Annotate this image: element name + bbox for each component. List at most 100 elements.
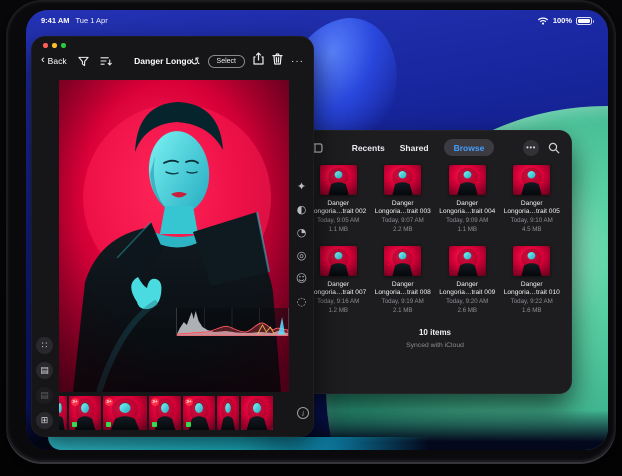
item-count: 10 items: [298, 328, 572, 337]
window-controls[interactable]: [43, 43, 66, 48]
file-date: Today, 9:16 AM: [317, 298, 359, 306]
chevron-left-icon: ‹: [41, 55, 45, 65]
presets-icon[interactable]: ✦: [295, 180, 309, 194]
file-item[interactable]: Danger Longoria…trait 005 Today, 9:10 AM…: [500, 165, 565, 234]
filter-icon[interactable]: [78, 56, 89, 67]
grain-icon[interactable]: ◌: [295, 295, 309, 309]
adjust-icon[interactable]: ◔: [295, 226, 309, 240]
retouch-icon[interactable]: ☺: [295, 272, 309, 286]
ipad-screen: 9:41 AM Tue 1 Apr 100%: [26, 10, 608, 450]
document-title: Danger Longo…: [134, 56, 200, 66]
filmstrip-thumbnail[interactable]: 3+: [69, 396, 101, 430]
files-header: Recents Shared Browse •••: [298, 130, 572, 161]
edited-indicator: [152, 422, 157, 427]
brand-cyan-bar: [48, 437, 524, 450]
file-item[interactable]: Danger Longoria…trait 007 Today, 9:16 AM…: [306, 246, 371, 315]
watermark-icon[interactable]: ▤: [36, 387, 53, 404]
share-icon[interactable]: [253, 52, 264, 70]
photo-canvas[interactable]: [59, 80, 289, 392]
file-name: Danger Longoria…trait 010: [504, 281, 560, 297]
filters-icon[interactable]: ◐: [295, 203, 309, 217]
file-thumbnail: [320, 246, 357, 276]
zoom-window-icon[interactable]: [61, 43, 66, 48]
file-size: 2.2 MB: [393, 226, 413, 234]
wifi-icon: [537, 16, 549, 25]
editor-toolbar: ‹ Back Danger Longo… ↺ Select: [41, 51, 304, 71]
histogram-panel: [176, 308, 289, 336]
file-thumbnail: [513, 165, 550, 195]
tab-recents[interactable]: Recents: [352, 143, 385, 153]
close-window-icon[interactable]: [43, 43, 48, 48]
frame-icon[interactable]: ▤: [36, 362, 53, 379]
back-button[interactable]: ‹ Back: [41, 56, 67, 66]
canvas-icon[interactable]: ⊞: [36, 412, 53, 429]
files-window: Recents Shared Browse •••: [298, 130, 572, 394]
more-menu-icon[interactable]: ···: [291, 56, 304, 67]
filmstrip-thumbnail[interactable]: [217, 396, 239, 430]
file-date: Today, 9:09 AM: [446, 217, 488, 225]
version-badge: 3+: [71, 398, 79, 406]
file-item[interactable]: Danger Longoria…trait 010 Today, 9:22 AM…: [500, 246, 565, 315]
file-item[interactable]: Danger Longoria…trait 002 Today, 9:05 AM…: [306, 165, 371, 234]
minimize-window-icon[interactable]: [52, 43, 57, 48]
file-date: Today, 9:10 AM: [511, 217, 553, 225]
halftone-icon[interactable]: ∷: [36, 337, 53, 354]
edited-indicator: [106, 422, 111, 427]
file-item[interactable]: Danger Longoria…trait 003 Today, 9:07 AM…: [371, 165, 436, 234]
file-date: Today, 9:22 AM: [511, 298, 553, 306]
trash-icon[interactable]: [272, 52, 283, 70]
photo-portrait: [59, 80, 289, 392]
tab-browse[interactable]: Browse: [444, 139, 495, 156]
scene: 9:41 AM Tue 1 Apr 100%: [0, 0, 622, 476]
file-date: Today, 9:19 AM: [382, 298, 424, 306]
file-name: Danger Longoria…trait 007: [310, 281, 366, 297]
status-date: Tue 1 Apr: [75, 16, 107, 25]
search-icon[interactable]: [548, 142, 560, 154]
edited-indicator: [186, 422, 191, 427]
file-name: Danger Longoria…trait 004: [439, 200, 495, 216]
file-size: 2.6 MB: [457, 307, 477, 315]
file-thumbnail: [449, 246, 486, 276]
version-badge: 3+: [151, 398, 159, 406]
file-thumbnail: [384, 165, 421, 195]
filmstrip-thumbnail[interactable]: 3+: [183, 396, 215, 430]
info-icon[interactable]: i: [297, 407, 309, 419]
tab-shared[interactable]: Shared: [400, 143, 429, 153]
file-size: 1.1 MB: [457, 226, 477, 234]
vignette-icon[interactable]: ◎: [295, 249, 309, 263]
file-date: Today, 9:07 AM: [382, 217, 424, 225]
file-size: 1.6 MB: [522, 307, 542, 315]
file-name: Danger Longoria…trait 002: [310, 200, 366, 216]
file-date: Today, 9:05 AM: [317, 217, 359, 225]
file-thumbnail: [320, 165, 357, 195]
file-name: Danger Longoria…trait 005: [504, 200, 560, 216]
battery-icon: [576, 17, 592, 25]
file-size: 1.1 MB: [328, 226, 348, 234]
files-footer: 10 items Synced with iCloud: [298, 328, 572, 349]
status-time: 9:41 AM: [41, 16, 69, 25]
file-size: 4.5 MB: [522, 226, 542, 234]
filmstrip-thumbnail[interactable]: [59, 396, 67, 430]
more-options-icon[interactable]: •••: [523, 140, 539, 156]
histogram-chart: [177, 308, 288, 336]
file-item[interactable]: Danger Longoria…trait 008 Today, 9:19 AM…: [371, 246, 436, 315]
file-name: Danger Longoria…trait 003: [375, 200, 431, 216]
file-grid: Danger Longoria…trait 002 Today, 9:05 AM…: [298, 161, 572, 315]
battery-percent: 100%: [553, 16, 572, 25]
edited-indicator: [72, 422, 77, 427]
sync-status: Synced with iCloud: [298, 342, 572, 349]
version-badge: 3+: [105, 398, 113, 406]
file-date: Today, 9:20 AM: [446, 298, 488, 306]
select-button[interactable]: Select: [208, 55, 245, 68]
sort-icon[interactable]: [100, 56, 112, 66]
filmstrip-thumbnail[interactable]: 3+: [103, 396, 147, 430]
file-item[interactable]: Danger Longoria…trait 009 Today, 9:20 AM…: [435, 246, 500, 315]
editor-window: ‹ Back Danger Longo… ↺ Select: [31, 36, 314, 437]
edit-tool-rail: ✦ ◐ ◔ ◎ ☺ ◌: [289, 80, 314, 392]
file-size: 1.2 MB: [328, 307, 348, 315]
filmstrip-thumbnail[interactable]: 3+: [149, 396, 181, 430]
ipad-frame: 9:41 AM Tue 1 Apr 100%: [6, 0, 616, 462]
filmstrip-thumbnail[interactable]: [241, 396, 273, 430]
status-bar: 9:41 AM Tue 1 Apr 100%: [26, 10, 608, 34]
file-item[interactable]: Danger Longoria…trait 004 Today, 9:09 AM…: [435, 165, 500, 234]
